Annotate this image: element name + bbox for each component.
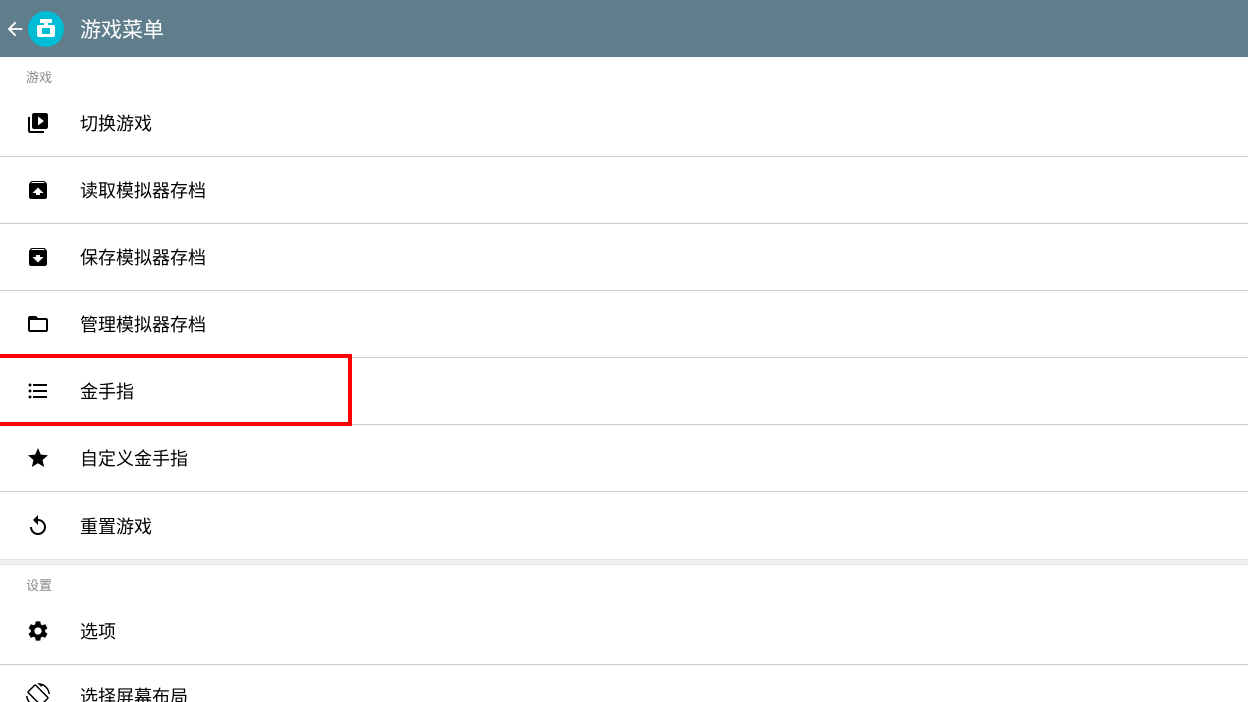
back-arrow-icon[interactable] bbox=[4, 18, 26, 40]
menu-label: 自定义金手指 bbox=[80, 445, 188, 471]
menu-label: 金手指 bbox=[80, 378, 134, 404]
menu-label: 选择屏幕布局 bbox=[80, 683, 188, 702]
section-header-settings: 设置 bbox=[0, 565, 1248, 598]
gear-icon bbox=[26, 619, 50, 643]
menu-label: 选项 bbox=[80, 618, 116, 644]
menu-label: 保存模拟器存档 bbox=[80, 244, 206, 270]
menu-item-switch-game[interactable]: 切换游戏 bbox=[0, 90, 1248, 157]
menu-item-reset-game[interactable]: 重置游戏 bbox=[0, 492, 1248, 559]
replay-icon bbox=[26, 514, 50, 538]
menu-item-save-state[interactable]: 保存模拟器存档 bbox=[0, 224, 1248, 291]
menu-label: 重置游戏 bbox=[80, 513, 152, 539]
unarchive-icon bbox=[26, 178, 50, 202]
rotate-icon bbox=[26, 683, 50, 702]
menu-item-load-state[interactable]: 读取模拟器存档 bbox=[0, 157, 1248, 224]
menu-item-options[interactable]: 选项 bbox=[0, 598, 1248, 665]
top-bar: 游戏菜单 bbox=[0, 0, 1248, 57]
star-icon bbox=[26, 446, 50, 470]
archive-icon bbox=[26, 245, 50, 269]
menu-item-screen-layout[interactable]: 选择屏幕布局 bbox=[0, 665, 1248, 702]
page-title: 游戏菜单 bbox=[80, 14, 164, 44]
list-icon bbox=[26, 379, 50, 403]
switch-game-icon bbox=[26, 111, 50, 135]
app-icon bbox=[28, 11, 64, 47]
folder-icon bbox=[26, 312, 50, 336]
menu-item-manage-states[interactable]: 管理模拟器存档 bbox=[0, 291, 1248, 358]
menu-label: 读取模拟器存档 bbox=[80, 177, 206, 203]
menu-item-custom-cheats[interactable]: 自定义金手指 bbox=[0, 425, 1248, 492]
menu-label: 切换游戏 bbox=[80, 110, 152, 136]
content-area: 游戏 切换游戏 读取模拟器存档 保存模拟器存档 管理模 bbox=[0, 57, 1248, 702]
section-header-game: 游戏 bbox=[0, 57, 1248, 90]
menu-label: 管理模拟器存档 bbox=[80, 311, 206, 337]
menu-item-cheats[interactable]: 金手指 bbox=[0, 358, 1248, 425]
